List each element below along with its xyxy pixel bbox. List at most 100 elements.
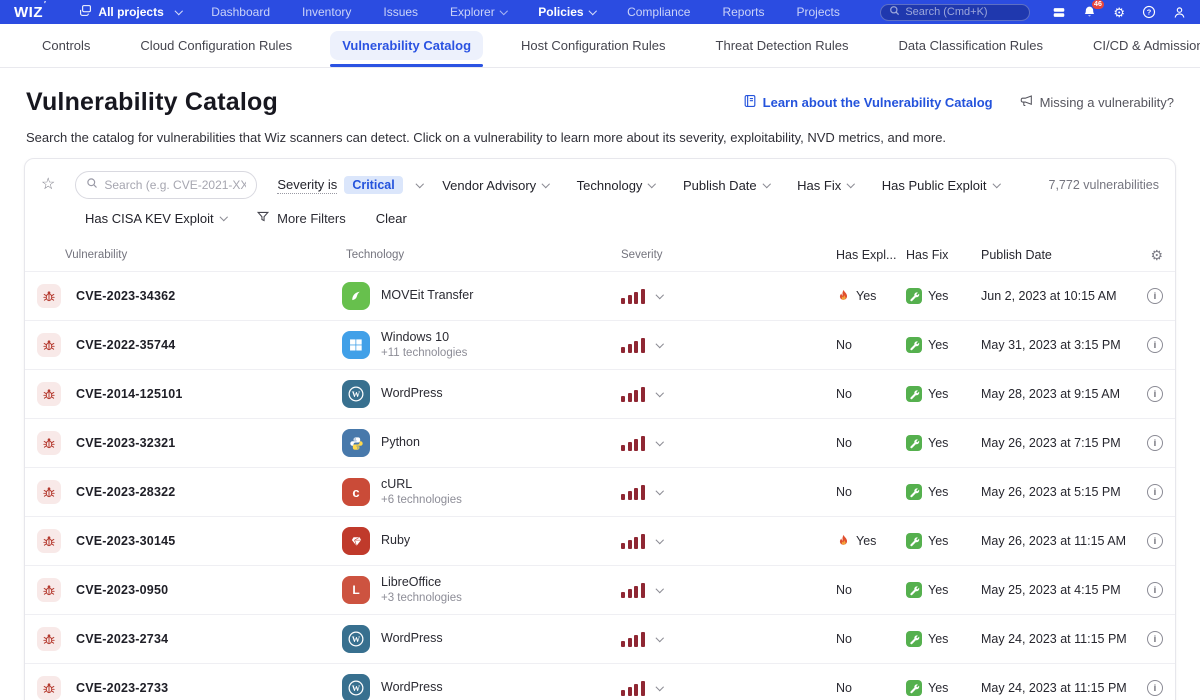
cve-id[interactable]: CVE-2023-2733 xyxy=(76,681,168,695)
info-icon[interactable]: i xyxy=(1147,680,1163,696)
column-has-fix[interactable]: Has Fix xyxy=(906,248,981,262)
severity-cell[interactable] xyxy=(621,484,836,500)
severity-cell[interactable] xyxy=(621,435,836,451)
learn-link[interactable]: Learn about the Vulnerability Catalog xyxy=(743,94,993,111)
filter-has-fix[interactable]: Has Fix xyxy=(797,178,855,193)
svg-text:W: W xyxy=(352,683,361,693)
table-row[interactable]: CVE-2023-2734 W WordPress No Yes May 24,… xyxy=(25,614,1175,663)
info-icon[interactable]: i xyxy=(1147,386,1163,402)
user-profile-icon[interactable] xyxy=(1173,6,1186,19)
has-fix-value: Yes xyxy=(928,583,949,597)
chevron-down-icon[interactable] xyxy=(655,290,664,299)
nav-item-projects[interactable]: Projects xyxy=(797,5,840,19)
catalog-search[interactable] xyxy=(75,171,258,199)
chevron-down-icon[interactable] xyxy=(655,633,664,642)
table-row[interactable]: CVE-2022-35744 Windows 10 +11 technologi… xyxy=(25,320,1175,369)
tab-data-classification-rules[interactable]: Data Classification Rules xyxy=(887,24,1056,67)
info-icon[interactable]: i xyxy=(1147,631,1163,647)
info-icon[interactable]: i xyxy=(1147,337,1163,353)
cve-id[interactable]: CVE-2023-34362 xyxy=(76,289,175,303)
column-vulnerability[interactable]: Vulnerability xyxy=(37,249,342,261)
chevron-down-icon[interactable] xyxy=(655,535,664,544)
settings-gear-icon[interactable]: ⚙ xyxy=(1113,6,1125,19)
nav-item-reports[interactable]: Reports xyxy=(722,5,764,19)
help-icon[interactable]: ? xyxy=(1142,5,1156,19)
wiz-logo[interactable]: WIZ′ xyxy=(14,0,46,21)
tab-vulnerability-catalog[interactable]: Vulnerability Catalog xyxy=(330,24,484,67)
severity-cell[interactable] xyxy=(621,337,836,353)
chevron-down-icon[interactable] xyxy=(655,682,664,691)
table-row[interactable]: CVE-2023-2733 W WordPress No Yes May 24,… xyxy=(25,663,1175,700)
column-publish-date[interactable]: Publish Date xyxy=(981,248,1133,262)
search-icon xyxy=(86,176,98,194)
filter-vendor-advisory[interactable]: Vendor Advisory xyxy=(442,178,550,193)
publish-date: May 26, 2023 at 7:15 PM xyxy=(981,436,1121,450)
info-icon[interactable]: i xyxy=(1147,533,1163,549)
table-row[interactable]: CVE-2023-0950 L LibreOffice +3 technolog… xyxy=(25,565,1175,614)
clear-filters-button[interactable]: Clear xyxy=(376,211,407,226)
severity-cell[interactable] xyxy=(621,582,836,598)
chevron-down-icon[interactable] xyxy=(655,486,664,495)
severity-value-pill[interactable]: Critical xyxy=(344,176,403,194)
severity-cell[interactable] xyxy=(621,631,836,647)
chevron-down-icon[interactable] xyxy=(655,584,664,593)
severity-cell[interactable] xyxy=(621,288,836,304)
tab-host-configuration-rules[interactable]: Host Configuration Rules xyxy=(509,24,678,67)
tab-ci-cd-admission-policies[interactable]: CI/CD & Admission Policies xyxy=(1081,24,1200,67)
nav-item-issues[interactable]: Issues xyxy=(383,5,418,19)
severity-cell[interactable] xyxy=(621,386,836,402)
column-has-exploit[interactable]: Has Expl... xyxy=(836,248,906,262)
wordpress-icon: W xyxy=(342,674,370,700)
tab-cloud-configuration-rules[interactable]: Cloud Configuration Rules xyxy=(128,24,304,67)
column-severity[interactable]: Severity xyxy=(621,249,836,261)
table-row[interactable]: CVE-2023-28322 c cURL +6 technologies No… xyxy=(25,467,1175,516)
cve-id[interactable]: CVE-2023-32321 xyxy=(76,436,175,450)
info-icon[interactable]: i xyxy=(1147,435,1163,451)
table-row[interactable]: CVE-2023-30145 Ruby Yes Yes May 26, 2023… xyxy=(25,516,1175,565)
table-row[interactable]: CVE-2023-34362 MOVEit Transfer Yes Yes J… xyxy=(25,271,1175,320)
filter-has-public-exploit[interactable]: Has Public Exploit xyxy=(882,178,1001,193)
cve-id[interactable]: CVE-2014-125101 xyxy=(76,387,183,401)
nav-item-policies[interactable]: Policies xyxy=(538,5,597,19)
nav-item-inventory[interactable]: Inventory xyxy=(302,5,351,19)
cve-id[interactable]: CVE-2023-0950 xyxy=(76,583,168,597)
global-search[interactable]: Search (Cmd+K) xyxy=(880,3,1031,21)
chevron-down-icon[interactable] xyxy=(655,339,664,348)
nav-item-explorer[interactable]: Explorer xyxy=(450,5,508,19)
chevron-down-icon[interactable] xyxy=(655,437,664,446)
integrations-icon[interactable] xyxy=(1052,6,1066,19)
favorite-star-icon[interactable]: ☆ xyxy=(41,177,55,193)
filter-technology[interactable]: Technology xyxy=(577,178,657,193)
filter-has-cisa-kev-exploit[interactable]: Has CISA KEV Exploit xyxy=(85,211,228,226)
projects-icon xyxy=(79,4,92,20)
cve-id[interactable]: CVE-2023-30145 xyxy=(76,534,175,548)
tab-threat-detection-rules[interactable]: Threat Detection Rules xyxy=(704,24,861,67)
nav-items: Dashboard Inventory Issues Explorer Poli… xyxy=(211,5,840,19)
info-icon[interactable]: i xyxy=(1147,582,1163,598)
book-icon xyxy=(743,94,757,111)
tab-controls[interactable]: Controls xyxy=(30,24,102,67)
technology-name: Ruby xyxy=(381,533,411,548)
filter-publish-date[interactable]: Publish Date xyxy=(683,178,771,193)
chevron-down-icon xyxy=(542,179,550,188)
table-row[interactable]: CVE-2014-125101 W WordPress No Yes May 2… xyxy=(25,369,1175,418)
more-filters-button[interactable]: More Filters xyxy=(256,210,346,226)
severity-cell[interactable] xyxy=(621,680,836,696)
cve-id[interactable]: CVE-2022-35744 xyxy=(76,338,175,352)
chevron-down-icon[interactable] xyxy=(655,388,664,397)
nav-item-compliance[interactable]: Compliance xyxy=(627,5,690,19)
table-row[interactable]: CVE-2023-32321 Python No Yes May 26, 202… xyxy=(25,418,1175,467)
column-technology[interactable]: Technology xyxy=(342,249,621,261)
catalog-search-input[interactable] xyxy=(104,178,247,192)
filter-severity[interactable]: Severity is Critical xyxy=(277,176,424,194)
project-selector[interactable]: All projects xyxy=(79,4,183,20)
cve-id[interactable]: CVE-2023-2734 xyxy=(76,632,168,646)
nav-item-dashboard[interactable]: Dashboard xyxy=(211,5,270,19)
column-settings-gear-icon[interactable]: ⚙ xyxy=(1150,248,1163,262)
missing-vulnerability-link[interactable]: Missing a vulnerability? xyxy=(1019,94,1174,111)
severity-cell[interactable] xyxy=(621,533,836,549)
info-icon[interactable]: i xyxy=(1147,484,1163,500)
info-icon[interactable]: i xyxy=(1147,288,1163,304)
cve-id[interactable]: CVE-2023-28322 xyxy=(76,485,175,499)
notifications-bell-icon[interactable]: 46 xyxy=(1083,0,1105,19)
